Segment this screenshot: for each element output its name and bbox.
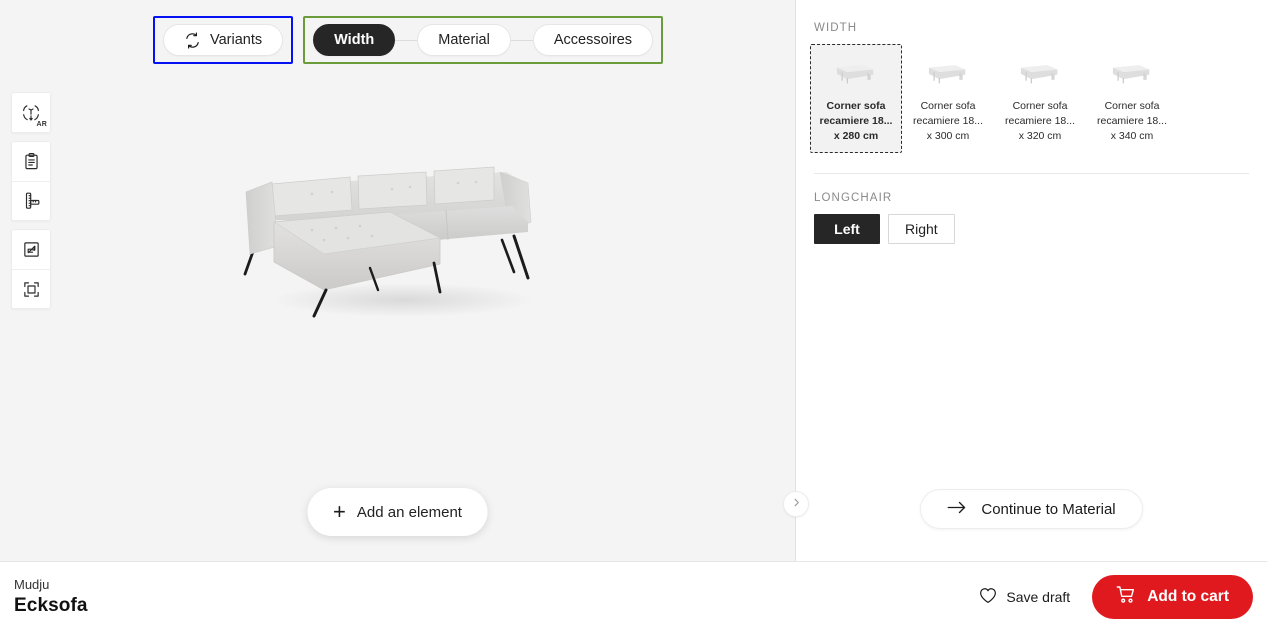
longchair-option-left[interactable]: Left xyxy=(814,214,880,244)
longchair-section-label: LONGCHAIR xyxy=(814,192,893,204)
width-option-340[interactable]: Corner sofa recamiere 18... x 340 cm xyxy=(1086,44,1178,153)
section-divider xyxy=(814,173,1249,174)
width-option-line1: Corner sofa xyxy=(826,100,886,112)
chevron-right-icon xyxy=(791,495,802,513)
width-options-list: Corner sofa recamiere 18... x 280 cm Cor… xyxy=(796,44,1267,153)
longchair-option-right[interactable]: Right xyxy=(888,214,955,244)
panel-collapse-handle[interactable] xyxy=(783,491,809,517)
width-option-line3: x 340 cm xyxy=(1110,130,1154,142)
width-option-280[interactable]: Corner sofa recamiere 18... x 280 cm xyxy=(810,44,902,153)
product-identity: Mudju Ecksofa xyxy=(14,577,88,617)
config-group-highlight: Width Material Accessoires xyxy=(303,16,664,64)
focus-frame-button[interactable] xyxy=(12,269,50,308)
step-variants[interactable]: Variants xyxy=(163,24,284,56)
step-accessoires-label: Accessoires xyxy=(553,32,633,48)
add-to-cart-label: Add to cart xyxy=(1147,587,1229,605)
step-material-label: Material xyxy=(438,32,490,48)
toolbar-group-zoom xyxy=(11,229,51,309)
longchair-right-label: Right xyxy=(905,221,938,237)
product-canvas[interactable]: Variants Width Material Accessoires AR +… xyxy=(0,0,796,561)
product-render[interactable] xyxy=(0,150,795,325)
width-option-300[interactable]: Corner sofa recamiere 18... x 300 cm xyxy=(902,44,994,153)
panel-footer: Continue to Material xyxy=(796,489,1267,561)
add-to-cart-button[interactable]: Add to cart xyxy=(1092,574,1253,619)
width-option-line2: recamiere 18... xyxy=(1004,115,1076,127)
width-option-line1: Corner sofa xyxy=(1012,100,1068,112)
brand-label: Mudju xyxy=(14,576,50,592)
width-option-line3: x 320 cm xyxy=(1018,130,1062,142)
variants-group-highlight: Variants xyxy=(153,16,294,64)
heart-icon xyxy=(979,587,997,607)
width-option-line2: recamiere 18... xyxy=(1096,115,1168,127)
width-option-line3: x 280 cm xyxy=(833,130,879,142)
corner-sofa-illustration xyxy=(243,166,533,318)
sofa-thumbnail-icon xyxy=(907,51,989,95)
configurator-app: Variants Width Material Accessoires AR +… xyxy=(0,0,1267,631)
save-draft-label: Save draft xyxy=(1006,588,1071,605)
step-connector xyxy=(510,39,533,41)
step-material[interactable]: Material xyxy=(417,24,511,56)
ar-badge-label: AR xyxy=(36,121,47,128)
ar-view-button[interactable]: AR xyxy=(12,93,50,132)
expand-fullscreen-button[interactable] xyxy=(12,230,50,269)
continue-button-label: Continue to Material xyxy=(981,500,1116,518)
width-option-line2: recamiere 18... xyxy=(912,115,984,127)
continue-to-material-button[interactable]: Continue to Material xyxy=(920,489,1143,529)
step-width[interactable]: Width xyxy=(313,24,396,56)
product-title: Ecksofa xyxy=(14,594,88,616)
toolbar-group-info xyxy=(11,141,51,221)
add-element-button[interactable]: + Add an element xyxy=(307,488,488,536)
measure-ruler-button[interactable] xyxy=(12,181,50,220)
sofa-thumbnail-icon xyxy=(815,51,897,95)
bottom-actions: Save draft Add to cart xyxy=(979,574,1253,619)
width-section-label: WIDTH xyxy=(814,22,858,34)
width-option-line3: x 300 cm xyxy=(926,130,970,142)
cart-icon xyxy=(1116,585,1136,609)
step-variants-label: Variants xyxy=(210,32,263,48)
save-draft-button[interactable]: Save draft xyxy=(979,587,1070,607)
step-connector xyxy=(395,39,418,41)
width-option-320[interactable]: Corner sofa recamiere 18... x 320 cm xyxy=(994,44,1086,153)
variants-refresh-icon xyxy=(184,31,201,49)
arrow-right-icon xyxy=(947,500,967,519)
sofa-thumbnail-icon xyxy=(999,51,1081,95)
add-element-label: Add an element xyxy=(356,503,462,521)
width-option-line2: recamiere 18... xyxy=(819,115,893,127)
width-option-line1: Corner sofa xyxy=(920,100,976,112)
configuration-panel: WIDTH Corner sofa recamiere 18... x 280 … xyxy=(796,0,1267,561)
main-split: Variants Width Material Accessoires AR +… xyxy=(0,0,1267,561)
width-option-line1: Corner sofa xyxy=(1104,100,1160,112)
plus-icon: + xyxy=(333,499,346,524)
bottom-action-bar: Mudju Ecksofa Save draft Add to cart xyxy=(0,561,1267,631)
toolbar-group-view: AR xyxy=(11,92,51,133)
longchair-options: Left Right xyxy=(796,214,1267,244)
step-width-label: Width xyxy=(334,32,375,48)
step-accessoires[interactable]: Accessoires xyxy=(532,24,654,56)
longchair-left-label: Left xyxy=(834,221,860,237)
clipboard-button[interactable] xyxy=(12,142,50,181)
canvas-toolbar: AR xyxy=(11,92,51,317)
step-navigation: Variants Width Material Accessoires xyxy=(153,16,664,64)
sofa-thumbnail-icon xyxy=(1091,51,1173,95)
